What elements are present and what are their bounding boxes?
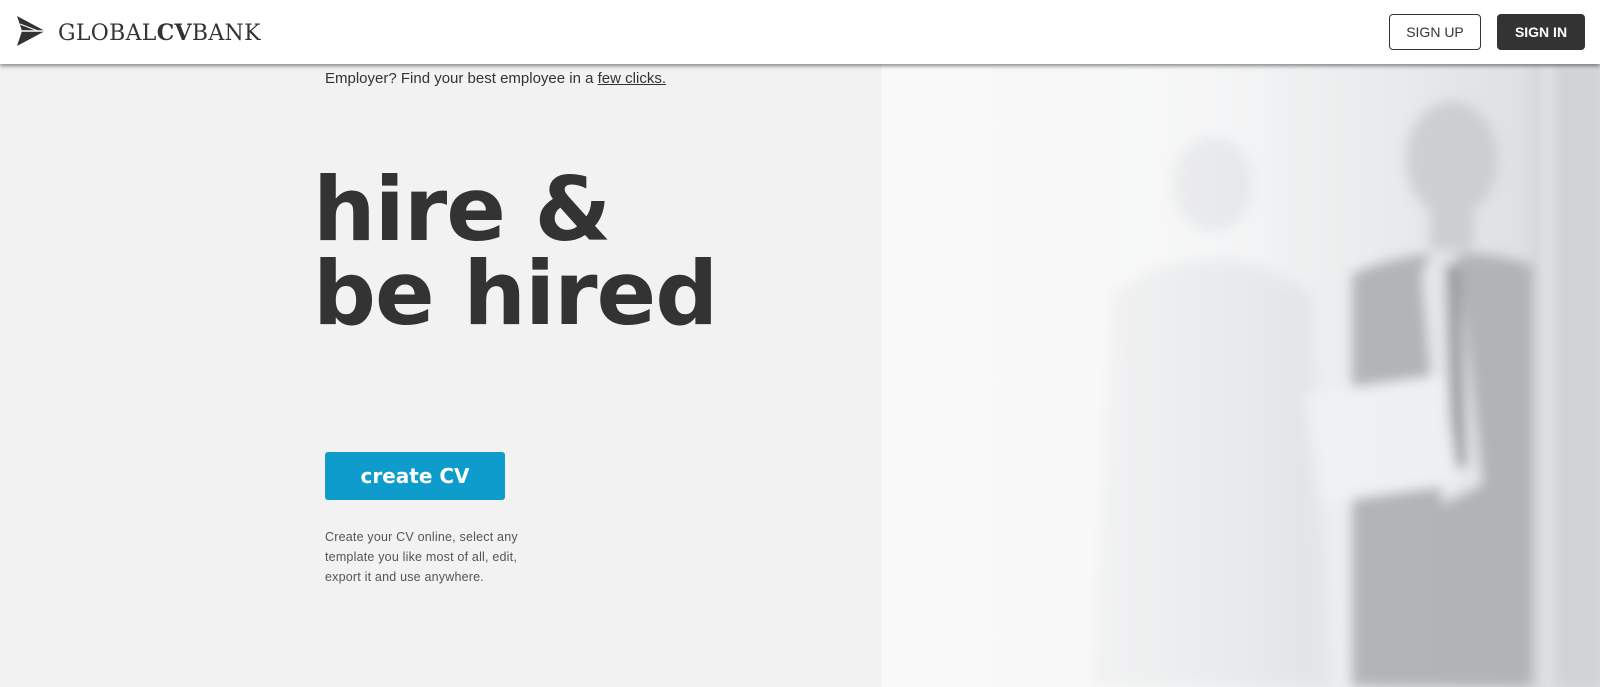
logo-text-suffix: BANK (191, 21, 261, 46)
logo-text: GLOBALCVBANK (58, 20, 261, 46)
hero-description: Create your CV online, select any templa… (325, 530, 518, 584)
paper-plane-icon (16, 14, 58, 52)
top-navbar: GLOBALCVBANK SIGN UP SIGN IN (0, 0, 1600, 64)
sign-in-button[interactable]: SIGN IN (1497, 14, 1585, 50)
few-clicks-link[interactable]: few clicks. (598, 70, 666, 87)
employer-prompt-text: Employer? Find your best employee in a (325, 70, 598, 87)
sign-up-button[interactable]: SIGN UP (1389, 14, 1481, 50)
employer-prompt: Employer? Find your best employee in a f… (325, 70, 666, 87)
headline-line-2: be hired (313, 242, 718, 345)
logo-text-prefix: GLOBAL (58, 21, 157, 46)
create-cv-button[interactable]: create CV (325, 452, 505, 500)
logo-text-bold: CV (156, 20, 192, 46)
hero-background-image (882, 64, 1600, 687)
site-logo[interactable]: GLOBALCVBANK (16, 16, 261, 50)
hero-headline: hire & be hired (313, 166, 718, 338)
page: GLOBALCVBANK SIGN UP SIGN IN Employer? F… (0, 0, 1600, 687)
